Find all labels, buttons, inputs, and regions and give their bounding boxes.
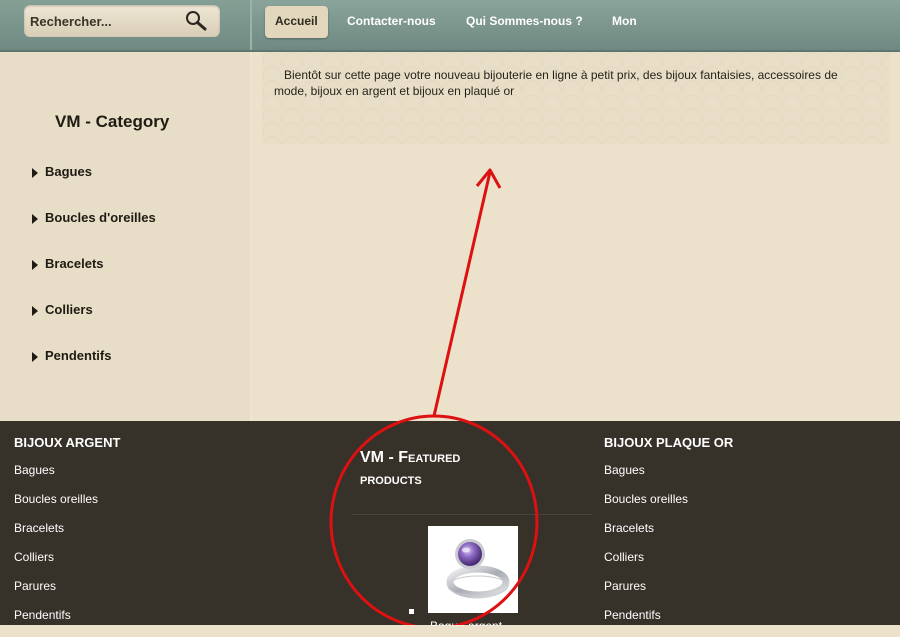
category-item-label: Bagues — [45, 164, 92, 179]
footer-plaque-or-title: BIJOUX PLAQUE OR — [604, 435, 734, 450]
caret-right-icon — [32, 306, 38, 316]
featured-title-line2: products — [360, 471, 422, 488]
footer-plaque-or-list: Bagues Boucles oreilles Bracelets Collie… — [604, 463, 688, 637]
search-input[interactable] — [30, 11, 180, 31]
caret-right-icon — [32, 214, 38, 224]
search-box — [24, 5, 220, 37]
featured-divider — [352, 514, 592, 515]
featured-title-line1: VM - Featured — [360, 449, 461, 466]
main-content: Bientôt sur cette page votre nouveau bij… — [252, 52, 900, 421]
category-item-pendentifs[interactable]: Pendentifs — [32, 348, 156, 394]
category-item-label: Bracelets — [45, 256, 104, 271]
category-title: VM - Category — [55, 112, 170, 131]
footer-argent-title: BIJOUX ARGENT — [14, 435, 121, 450]
category-item-bagues[interactable]: Bagues — [32, 164, 156, 210]
nav-mon[interactable]: Mon — [612, 6, 637, 38]
category-item-label: Pendentifs — [45, 348, 112, 363]
category-sidebar: VM - Category Bagues Boucles d'oreilles … — [0, 52, 252, 421]
caret-right-icon — [32, 168, 38, 178]
search-icon[interactable] — [184, 10, 208, 32]
nav-accueil[interactable]: Accueil — [265, 6, 328, 38]
category-item-boucles[interactable]: Boucles d'oreilles — [32, 210, 156, 256]
category-item-bracelets[interactable]: Bracelets — [32, 256, 156, 302]
category-item-label: Colliers — [45, 302, 93, 317]
footer-link-bagues[interactable]: Bagues — [14, 463, 98, 492]
intro-text: Bientôt sur cette page votre nouveau bij… — [274, 68, 838, 98]
caret-right-icon — [32, 352, 38, 362]
footer-link-bagues[interactable]: Bagues — [604, 463, 688, 492]
category-list: Bagues Boucles d'oreilles Bracelets Coll… — [32, 164, 156, 394]
footer-link-colliers[interactable]: Colliers — [14, 550, 98, 579]
nav-contacter-nous[interactable]: Contacter-nous — [347, 6, 436, 38]
ring-icon — [446, 539, 510, 599]
footer-link-pendentifs[interactable]: Pendentifs — [604, 608, 688, 637]
footer-link-colliers[interactable]: Colliers — [604, 550, 688, 579]
footer-argent-list: Bagues Boucles oreilles Bracelets Collie… — [14, 463, 98, 637]
footer-link-bracelets[interactable]: Bracelets — [14, 521, 98, 550]
footer-link-bracelets[interactable]: Bracelets — [604, 521, 688, 550]
footer-link-pendentifs[interactable]: Pendentifs — [14, 608, 98, 637]
featured-products-title: VM - Featured products — [360, 447, 560, 491]
category-item-label: Boucles d'oreilles — [45, 210, 156, 225]
footer-link-boucles-oreilles[interactable]: Boucles oreilles — [14, 492, 98, 521]
footer-link-boucles-oreilles[interactable]: Boucles oreilles — [604, 492, 688, 521]
footer-link-parures[interactable]: Parures — [604, 579, 688, 608]
search-area — [0, 0, 252, 50]
caret-right-icon — [32, 260, 38, 270]
footer-link-parures[interactable]: Parures — [14, 579, 98, 608]
top-bar: Accueil Contacter-nous Qui Sommes-nous ?… — [0, 0, 900, 52]
nav-qui-sommes-nous[interactable]: Qui Sommes-nous ? — [466, 6, 583, 38]
list-bullet — [409, 609, 414, 614]
featured-product-image[interactable] — [428, 526, 518, 613]
footer: BIJOUX ARGENT Bagues Boucles oreilles Br… — [0, 421, 900, 626]
category-item-colliers[interactable]: Colliers — [32, 302, 156, 348]
